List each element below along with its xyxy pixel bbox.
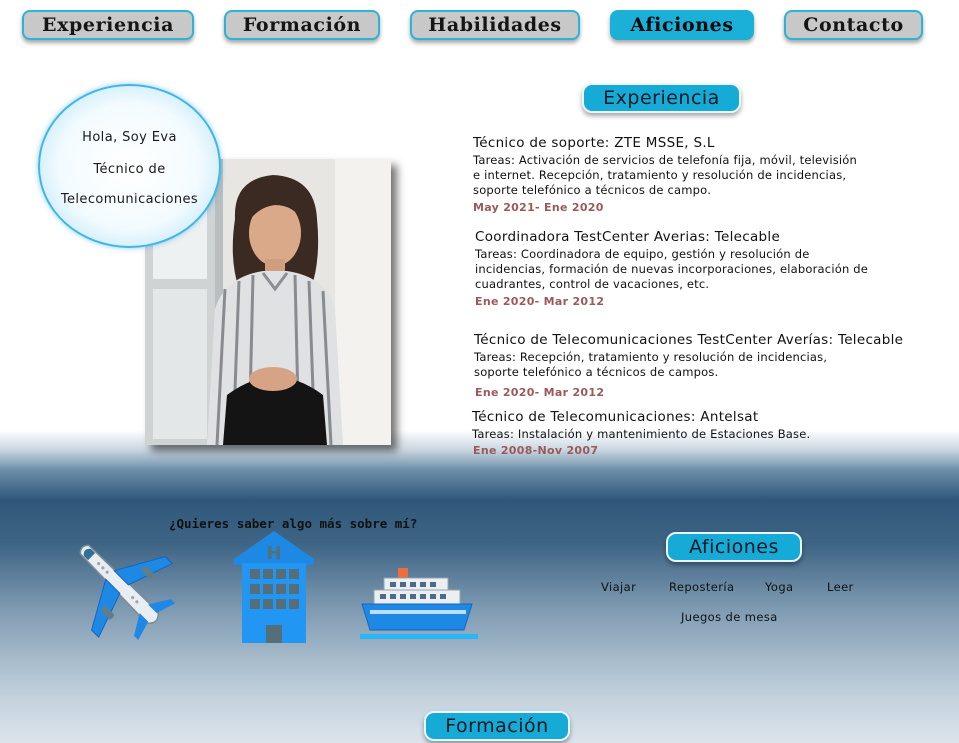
- job-title: Técnico de Telecomunicaciones: Antelsat: [472, 409, 759, 425]
- airplane-icon: [79, 544, 176, 641]
- hobby-item: Leer: [827, 580, 854, 594]
- role-line2: Telecomunicaciones: [60, 192, 199, 207]
- job-tasks: Tareas: Recepción, tratamiento y resoluc…: [474, 350, 828, 379]
- experience-heading: Experiencia: [582, 83, 741, 113]
- hobby-item: Yoga: [765, 580, 794, 594]
- job-entry: Técnico de Telecomunicaciones: Antelsat …: [472, 409, 892, 459]
- cruise-ship-icon: [360, 568, 478, 639]
- job-dates: Ene 2008-Nov 2007: [473, 444, 599, 457]
- nav-habilidades[interactable]: Habilidades: [410, 10, 580, 40]
- hobbies-heading: Aficiones: [666, 532, 802, 562]
- job-dates: Ene 2020- Mar 2012: [475, 386, 605, 399]
- job-entry: Técnico de soporte: ZTE MSSE, S.L Tareas…: [473, 135, 893, 225]
- job-dates: May 2021- Ene 2020: [473, 201, 604, 214]
- hobby-item: Repostería: [669, 580, 735, 594]
- nav-formacion[interactable]: Formación: [224, 10, 380, 40]
- hotel-icon: H: [234, 531, 314, 643]
- nav-aficiones[interactable]: Aficiones: [610, 10, 754, 40]
- job-title: Técnico de Telecomunicaciones TestCenter…: [474, 332, 904, 348]
- role-line1: Técnico de: [93, 162, 166, 177]
- intro-bubble: Hola, Soy Eva Técnico de Telecomunicacio…: [38, 84, 221, 248]
- job-tasks: Tareas: Coordinadora de equipo, gestión …: [475, 247, 869, 291]
- hobby-item: Juegos de mesa: [681, 610, 778, 624]
- job-title: Técnico de soporte: ZTE MSSE, S.L: [473, 135, 715, 151]
- job-tasks: Tareas: Activación de servicios de telef…: [473, 153, 858, 197]
- nav-contacto[interactable]: Contacto: [784, 10, 923, 40]
- job-tasks: Tareas: Instalación y mantenimiento de E…: [472, 427, 811, 441]
- greeting-text: Hola, Soy Eva: [82, 130, 177, 145]
- nav-experiencia[interactable]: Experiencia: [22, 10, 194, 40]
- hobby-item: Viajar: [601, 580, 637, 594]
- education-heading: Formación: [424, 711, 570, 741]
- job-dates: Ene 2020- Mar 2012: [475, 295, 605, 308]
- job-entry: Coordinadora TestCenter Averias: Telecab…: [475, 229, 905, 319]
- svg-text:H: H: [266, 543, 281, 564]
- job-title: Coordinadora TestCenter Averias: Telecab…: [475, 229, 781, 245]
- job-entry: Técnico de Telecomunicaciones TestCenter…: [474, 332, 914, 407]
